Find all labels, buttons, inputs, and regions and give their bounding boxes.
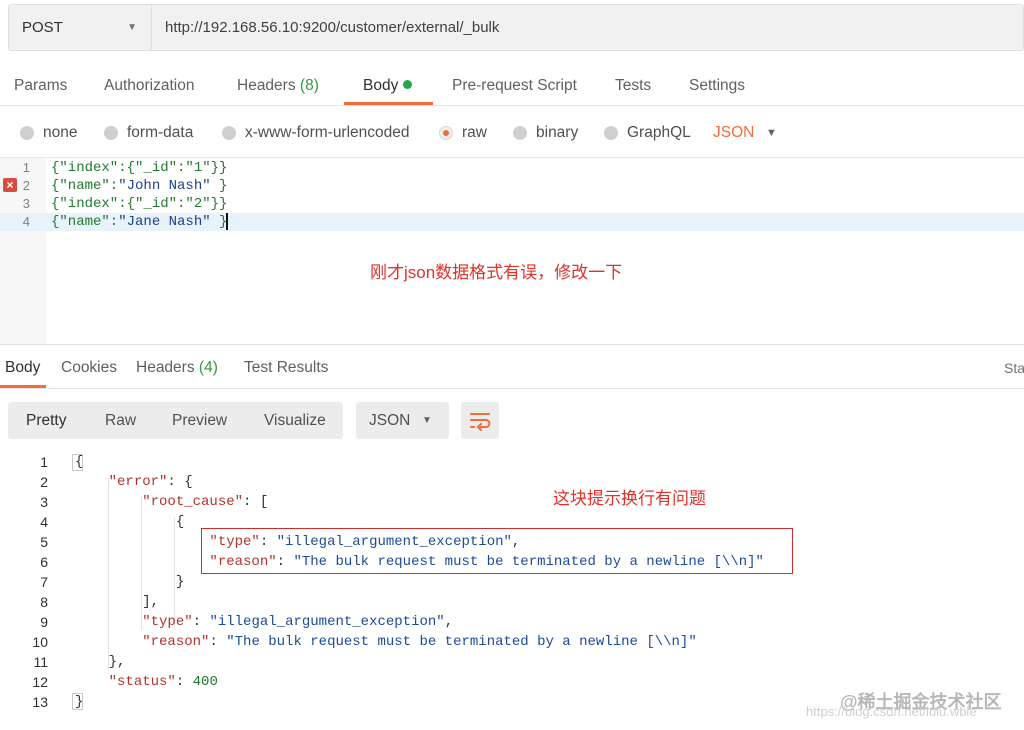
annotation-note: 刚才json数据格式有误，修改一下 <box>370 263 623 282</box>
response-tabs: Body Cookies Headers (4) Test Results <box>0 349 1024 389</box>
request-tabs: Params Authorization Headers (8) Body Pr… <box>0 62 1024 106</box>
radio-icon <box>604 126 618 140</box>
tab-body[interactable]: Body <box>363 62 413 106</box>
chevron-down-icon[interactable]: ▼ <box>766 118 777 148</box>
bracket-match-highlight <box>72 454 83 471</box>
body-type-selector: none form-data x-www-form-urlencoded raw… <box>0 118 1024 148</box>
code-line: 2 "error": { <box>40 474 193 490</box>
editor-line-current: 4 {"name":"Jane Nash" } <box>0 213 1024 231</box>
radio-selected-icon <box>439 126 453 140</box>
tab-params[interactable]: Params <box>14 62 67 106</box>
request-body-editor[interactable]: 1 {"index":{"_id":"1"}} 2 {"name":"John … <box>0 157 1024 345</box>
radio-binary[interactable]: binary <box>513 118 578 148</box>
radio-graphql[interactable]: GraphQL <box>604 118 691 148</box>
tab-response-headers[interactable]: Headers (4) <box>136 349 218 387</box>
view-preview-button[interactable]: Preview <box>172 402 227 439</box>
tab-authorization[interactable]: Authorization <box>104 62 194 106</box>
method-label: POST <box>22 19 63 36</box>
response-format-label: JSON <box>369 412 411 429</box>
status-label: Sta <box>1004 360 1024 376</box>
tab-response-body[interactable]: Body <box>5 349 40 387</box>
error-icon[interactable]: × <box>3 178 17 192</box>
view-mode-group: Pretty Raw Preview Visualize <box>8 402 343 439</box>
radio-x-www-form-urlencoded[interactable]: x-www-form-urlencoded <box>222 118 410 148</box>
chevron-down-icon: ▼ <box>127 22 137 33</box>
url-input[interactable]: http://192.168.56.10:9200/customer/exter… <box>152 19 499 36</box>
active-tab-indicator <box>344 102 433 105</box>
radio-form-data[interactable]: form-data <box>104 118 193 148</box>
radio-raw[interactable]: raw <box>439 118 487 148</box>
code-line: 7 } <box>40 574 185 590</box>
tab-test-results[interactable]: Test Results <box>244 349 328 387</box>
editor-line: 2 {"name":"John Nash" } <box>22 178 228 194</box>
wrap-lines-button[interactable] <box>461 402 499 439</box>
view-visualize-button[interactable]: Visualize <box>264 402 326 439</box>
radio-icon <box>20 126 34 140</box>
active-tab-indicator <box>0 385 46 388</box>
view-pretty-button[interactable]: Pretty <box>26 402 66 439</box>
view-raw-button[interactable]: Raw <box>105 402 136 439</box>
code-line: 9 "type": "illegal_argument_exception", <box>40 614 454 630</box>
tab-settings[interactable]: Settings <box>689 62 745 106</box>
raw-format-select[interactable]: JSON <box>713 118 754 148</box>
wrap-lines-icon <box>470 413 491 431</box>
radio-none[interactable]: none <box>20 118 77 148</box>
annotation-note: 这块提示换行有问题 <box>553 489 706 508</box>
watermark-url: https://blog.csdn.net/lulu.wble <box>806 704 977 719</box>
tab-pre-request-script[interactable]: Pre-request Script <box>452 62 577 106</box>
tab-cookies[interactable]: Cookies <box>61 349 117 387</box>
url-bar: POST ▼ http://192.168.56.10:9200/custome… <box>8 4 1024 51</box>
editor-line: 3 {"index":{"_id":"2"}} <box>22 196 228 212</box>
chevron-down-icon: ▼ <box>422 415 432 426</box>
response-format-select[interactable]: JSON ▼ <box>356 402 449 439</box>
bracket-match-highlight <box>72 693 83 710</box>
headers-count: (4) <box>198 359 218 376</box>
code-line: 11 }, <box>33 654 126 670</box>
text-cursor <box>226 213 228 230</box>
radio-icon <box>104 126 118 140</box>
code-line: 3 "root_cause": [ <box>40 494 269 510</box>
annotation-highlight-box <box>201 528 793 574</box>
code-line: 1 { <box>40 454 84 470</box>
radio-icon <box>513 126 527 140</box>
code-line: 8 ], <box>40 594 160 610</box>
method-select[interactable]: POST ▼ <box>9 5 152 50</box>
code-line: 10 "reason": "The bulk request must be t… <box>32 634 697 650</box>
modified-dot-icon <box>403 80 413 89</box>
radio-icon <box>222 126 236 140</box>
tab-headers[interactable]: Headers (8) <box>237 62 319 106</box>
headers-count: (8) <box>299 77 319 94</box>
editor-line: 1 {"index":{"_id":"1"}} <box>22 160 228 176</box>
tab-tests[interactable]: Tests <box>615 62 651 106</box>
